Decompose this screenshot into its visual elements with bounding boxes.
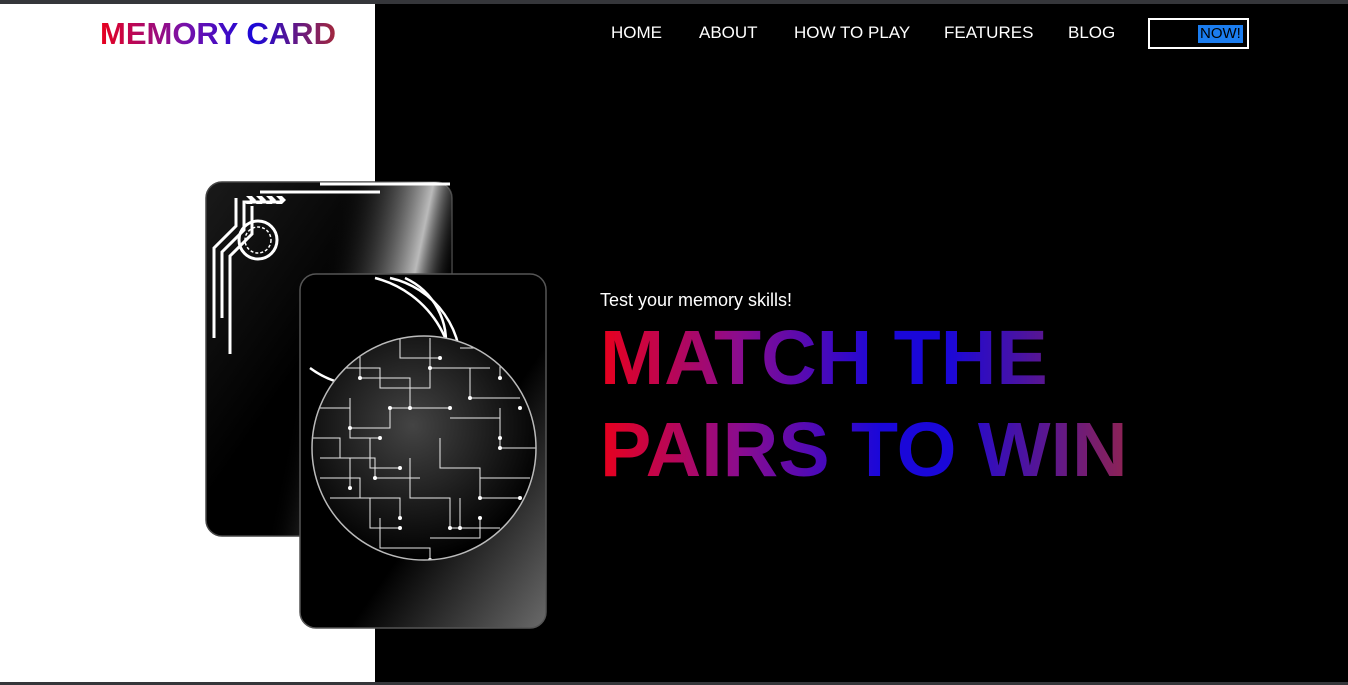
headline-line-1: MATCH THE	[600, 315, 1048, 401]
play-now-button[interactable]: NOW!	[1148, 18, 1249, 49]
brand-logo[interactable]: MEMORY CARD	[100, 16, 336, 52]
nav-how-to-play[interactable]: HOW TO PLAY	[794, 23, 910, 43]
nav-blog[interactable]: BLOG	[1068, 23, 1115, 43]
hero-headline: MATCH THE PAIRS TO WIN	[600, 312, 1160, 496]
cta-dark-fill	[1150, 20, 1198, 47]
hero-tagline: Test your memory skills!	[600, 290, 793, 310]
hero-cards-illustration	[200, 178, 552, 634]
nav-home[interactable]: HOME	[611, 23, 662, 43]
headline-line-2: PAIRS TO WIN	[600, 407, 1128, 493]
cards-svg	[205, 181, 547, 629]
card-front-icon	[299, 273, 547, 629]
nav-features[interactable]: FEATURES	[944, 23, 1033, 43]
cta-label: NOW!	[1198, 25, 1243, 43]
nav-about[interactable]: ABOUT	[699, 23, 758, 43]
